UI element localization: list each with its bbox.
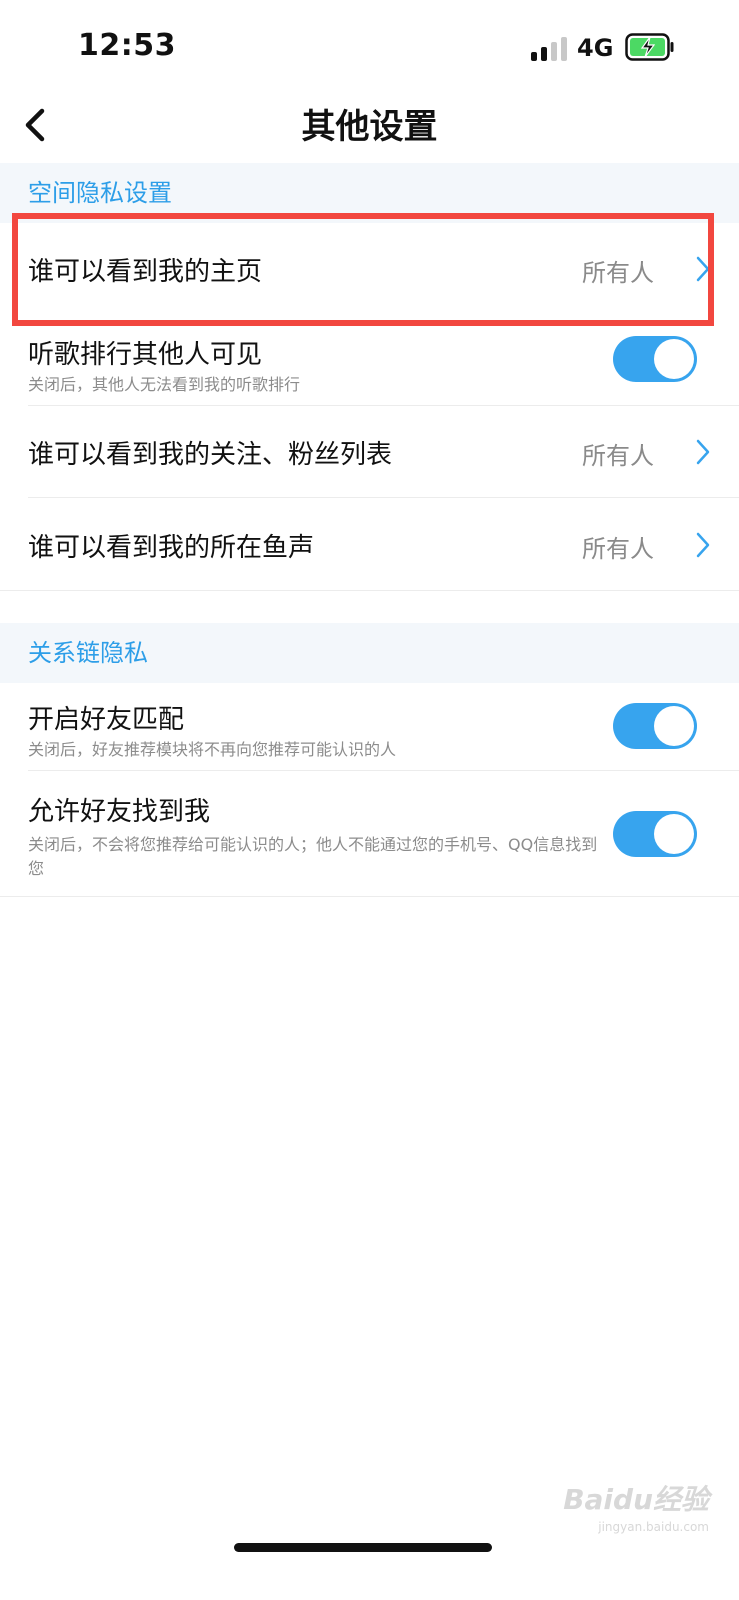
home-indicator[interactable] xyxy=(234,1543,492,1552)
music-ranking-toggle[interactable] xyxy=(613,336,697,382)
row-title: 允许好友找到我 xyxy=(28,797,211,827)
section-title: 关系链隐私 xyxy=(28,639,148,667)
row-subtitle: 关闭后，好友推荐模块将不再向您推荐可能认识的人 xyxy=(28,740,397,759)
toggle-knob xyxy=(654,814,694,854)
friend-match-toggle[interactable] xyxy=(613,703,697,749)
row-title: 开启好友匹配 xyxy=(28,705,185,735)
allow-find-me-toggle[interactable] xyxy=(613,811,697,857)
row-subtitle: 关闭后，其他人无法看到我的听歌排行 xyxy=(28,375,301,394)
row-friend-match: 开启好友匹配 关闭后，好友推荐模块将不再向您推荐可能认识的人 xyxy=(0,683,739,771)
toggle-knob xyxy=(654,339,694,379)
nav-bar: 其他设置 xyxy=(0,95,739,165)
row-allow-find-me: 允许好友找到我 关闭后，不会将您推荐给可能认识的人；他人不能通过您的手机号、QQ… xyxy=(0,771,739,897)
row-value: 所有人 xyxy=(582,442,654,470)
section-header-relation-privacy: 关系链隐私 xyxy=(0,623,739,683)
highlight-annotation-box xyxy=(12,213,714,326)
divider xyxy=(0,590,739,591)
chevron-right-icon xyxy=(695,531,711,559)
row-value: 所有人 xyxy=(582,535,654,563)
chevron-right-icon xyxy=(695,438,711,466)
section-title: 空间隐私设置 xyxy=(28,179,172,207)
status-time: 12:53 xyxy=(78,28,176,63)
row-title: 谁可以看到我的关注、粉丝列表 xyxy=(28,440,393,470)
divider xyxy=(0,896,739,897)
row-location-visibility[interactable]: 谁可以看到我的所在鱼声 所有人 xyxy=(0,498,739,591)
battery-charging-icon xyxy=(625,33,675,61)
page-title: 其他设置 xyxy=(301,107,438,147)
toggle-knob xyxy=(654,706,694,746)
network-type: 4G xyxy=(577,34,614,62)
row-follow-fans-visibility[interactable]: 谁可以看到我的关注、粉丝列表 所有人 xyxy=(0,406,739,498)
baidu-watermark-url: jingyan.baidu.com xyxy=(598,1520,709,1534)
status-bar: 12:53 4G xyxy=(0,0,739,95)
row-title: 谁可以看到我的所在鱼声 xyxy=(28,533,315,563)
baidu-watermark: Baidu经验 xyxy=(563,1483,709,1516)
signal-icon xyxy=(531,35,567,61)
row-title: 听歌排行其他人可见 xyxy=(28,340,263,370)
row-subtitle: 关闭后，不会将您推荐给可能认识的人；他人不能通过您的手机号、QQ信息找到您 xyxy=(28,835,598,878)
row-music-ranking: 听歌排行其他人可见 关闭后，其他人无法看到我的听歌排行 xyxy=(0,318,739,406)
